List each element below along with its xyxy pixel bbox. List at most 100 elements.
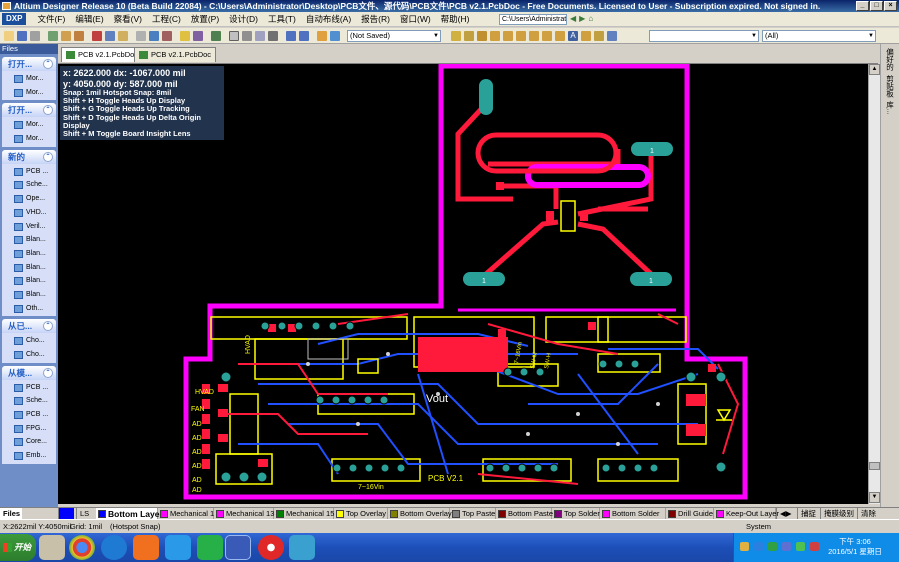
layer-set-combo[interactable]: ▼ [649,30,759,42]
current-layer-swatch[interactable] [58,508,74,519]
layer-tab[interactable]: Bottom Overlay [388,508,452,519]
component-icon[interactable] [555,31,565,41]
panel-list-item[interactable]: PCB ... [2,408,56,422]
move-selection-icon[interactable] [162,31,172,41]
collapse-chevron-icon[interactable]: ⌃ [43,367,53,378]
arc-edge-icon[interactable] [516,31,526,41]
pcb-canvas[interactable]: 1 1 1 Vout PCB V2.1 7~16Vin HVAD FAN AD … [58,64,868,504]
panel-list-item[interactable]: Cho... [2,334,56,348]
favorites-tab[interactable]: 偏好的 [885,48,896,71]
explorer-folder-icon[interactable] [39,535,65,560]
media-player-icon[interactable] [258,535,284,560]
save-status-combo[interactable]: (Not Saved) ▼ [347,30,441,42]
menu-reports[interactable]: 报告(R) [356,13,395,25]
layer-tab[interactable]: Top Paste [450,508,496,519]
zoom-selected-icon[interactable] [74,31,84,41]
panel-list-item[interactable]: VHD... [2,206,56,220]
copy-icon[interactable] [105,31,115,41]
panel-list-item[interactable]: Blan... [2,274,56,288]
menu-view[interactable]: 察看(V) [109,13,147,25]
rectangle-select-icon[interactable] [229,31,239,41]
snap-button[interactable]: 捕捉 [797,508,819,519]
coordinate-icon[interactable] [581,31,591,41]
layer-set-ls-button[interactable]: LS [76,508,92,519]
mask-level-button[interactable]: 掩膜级别 [820,508,857,519]
rubber-stamp-icon[interactable] [136,31,146,41]
cross-hair-icon[interactable] [268,31,278,41]
home-icon[interactable]: ⌂ [588,14,593,23]
panel-list-item[interactable]: PCB ... [2,381,56,395]
panel-list-item[interactable]: Blan... [2,233,56,247]
print-icon[interactable] [30,31,40,41]
panel-list-item[interactable]: Blan... [2,261,56,275]
menu-project[interactable]: 工程(C) [147,13,186,25]
select-area-icon[interactable] [149,31,159,41]
layer-tab[interactable]: Top Solder [552,508,600,519]
menu-autoroute[interactable]: 自动布线(A) [301,13,356,25]
maximize-button[interactable]: □ [870,1,883,11]
libraries-tab[interactable]: 库... [885,101,896,115]
panel-list-item[interactable]: Sche... [2,394,56,408]
arc-icon[interactable] [477,31,487,41]
paste-icon[interactable] [118,31,128,41]
layer-tab[interactable]: Mechanical 15 [274,508,334,519]
wps-spreadsheet-icon[interactable] [197,535,223,560]
zoom-fit-icon[interactable] [48,31,58,41]
align-icon[interactable] [255,31,265,41]
scroll-up-button[interactable]: ▲ [869,64,880,75]
fill-icon[interactable] [529,31,539,41]
update-icon[interactable] [796,542,805,551]
pad-icon[interactable] [490,31,500,41]
redo-icon[interactable] [299,31,309,41]
cross-probe-icon[interactable] [211,31,221,41]
filter-combo[interactable]: (All) ▼ [762,30,876,42]
deselect-icon[interactable] [180,31,190,41]
menu-design[interactable]: 设计(D) [224,13,263,25]
layer-tab[interactable]: Bottom Paste [496,508,553,519]
panel-list-item[interactable]: Sche... [2,178,56,192]
layer-tab[interactable]: Top Overlay [334,508,388,519]
taskbar-clock[interactable]: 下午 3:06 2016/5/1 星期日 [820,537,890,557]
collapse-chevron-icon[interactable]: ⌃ [43,105,53,116]
ime-icon[interactable] [740,542,749,551]
menu-window[interactable]: 窗口(W) [395,13,436,25]
cut-icon[interactable] [92,31,102,41]
menu-tools[interactable]: 工具(T) [263,13,301,25]
layer-tab[interactable]: Bottom Layer [96,508,163,519]
interactive-route-icon[interactable] [451,31,461,41]
forward-arrow-icon[interactable]: ▶ [579,14,585,23]
polygon-icon[interactable] [542,31,552,41]
layer-tab[interactable]: Mechanical 1 [158,508,214,519]
tab-pcb-doc-1[interactable]: PCB v2.1.PcbDoc [61,47,144,62]
panel-list-item[interactable]: Mor... [2,86,56,100]
minimize-button[interactable]: _ [856,1,869,11]
panel-list-item[interactable]: Blan... [2,288,56,302]
panel-list-item[interactable]: Cho... [2,348,56,362]
files-panel-tab[interactable]: Files [0,508,22,519]
string-text-icon[interactable]: A [568,31,578,41]
network-icon[interactable] [754,542,763,551]
antivirus-icon[interactable] [810,542,819,551]
panel-list-item[interactable]: PCB ... [2,165,56,179]
panel-list-item[interactable]: Oth... [2,302,56,316]
panel-section-title[interactable]: 从已... ⌃ [2,319,56,334]
collapse-chevron-icon[interactable]: ⌃ [43,59,53,69]
zoom-area-icon[interactable] [61,31,71,41]
pencil-icon[interactable] [317,31,327,41]
panel-list-item[interactable]: Emb... [2,449,56,463]
menu-edit[interactable]: 编辑(E) [70,13,108,25]
clear-filter-icon[interactable] [193,31,203,41]
open-folder-icon[interactable] [4,31,14,41]
dxp-menu[interactable]: DXP [2,13,27,25]
menu-place[interactable]: 放置(P) [186,13,224,25]
via-icon[interactable] [503,31,513,41]
panel-list-item[interactable]: Mor... [2,72,56,86]
panel-section-title[interactable]: 打开... ⌃ [2,103,56,118]
system-panel-button[interactable]: System [746,520,771,534]
photo-viewer-icon[interactable] [289,535,315,560]
menu-help[interactable]: 帮助(H) [436,13,475,25]
internet-explorer-icon[interactable] [101,535,127,560]
security-shield-icon[interactable] [768,542,777,551]
vertical-scrollbar[interactable]: ▲ ▼ [868,64,880,504]
chrome-icon[interactable] [69,535,95,560]
